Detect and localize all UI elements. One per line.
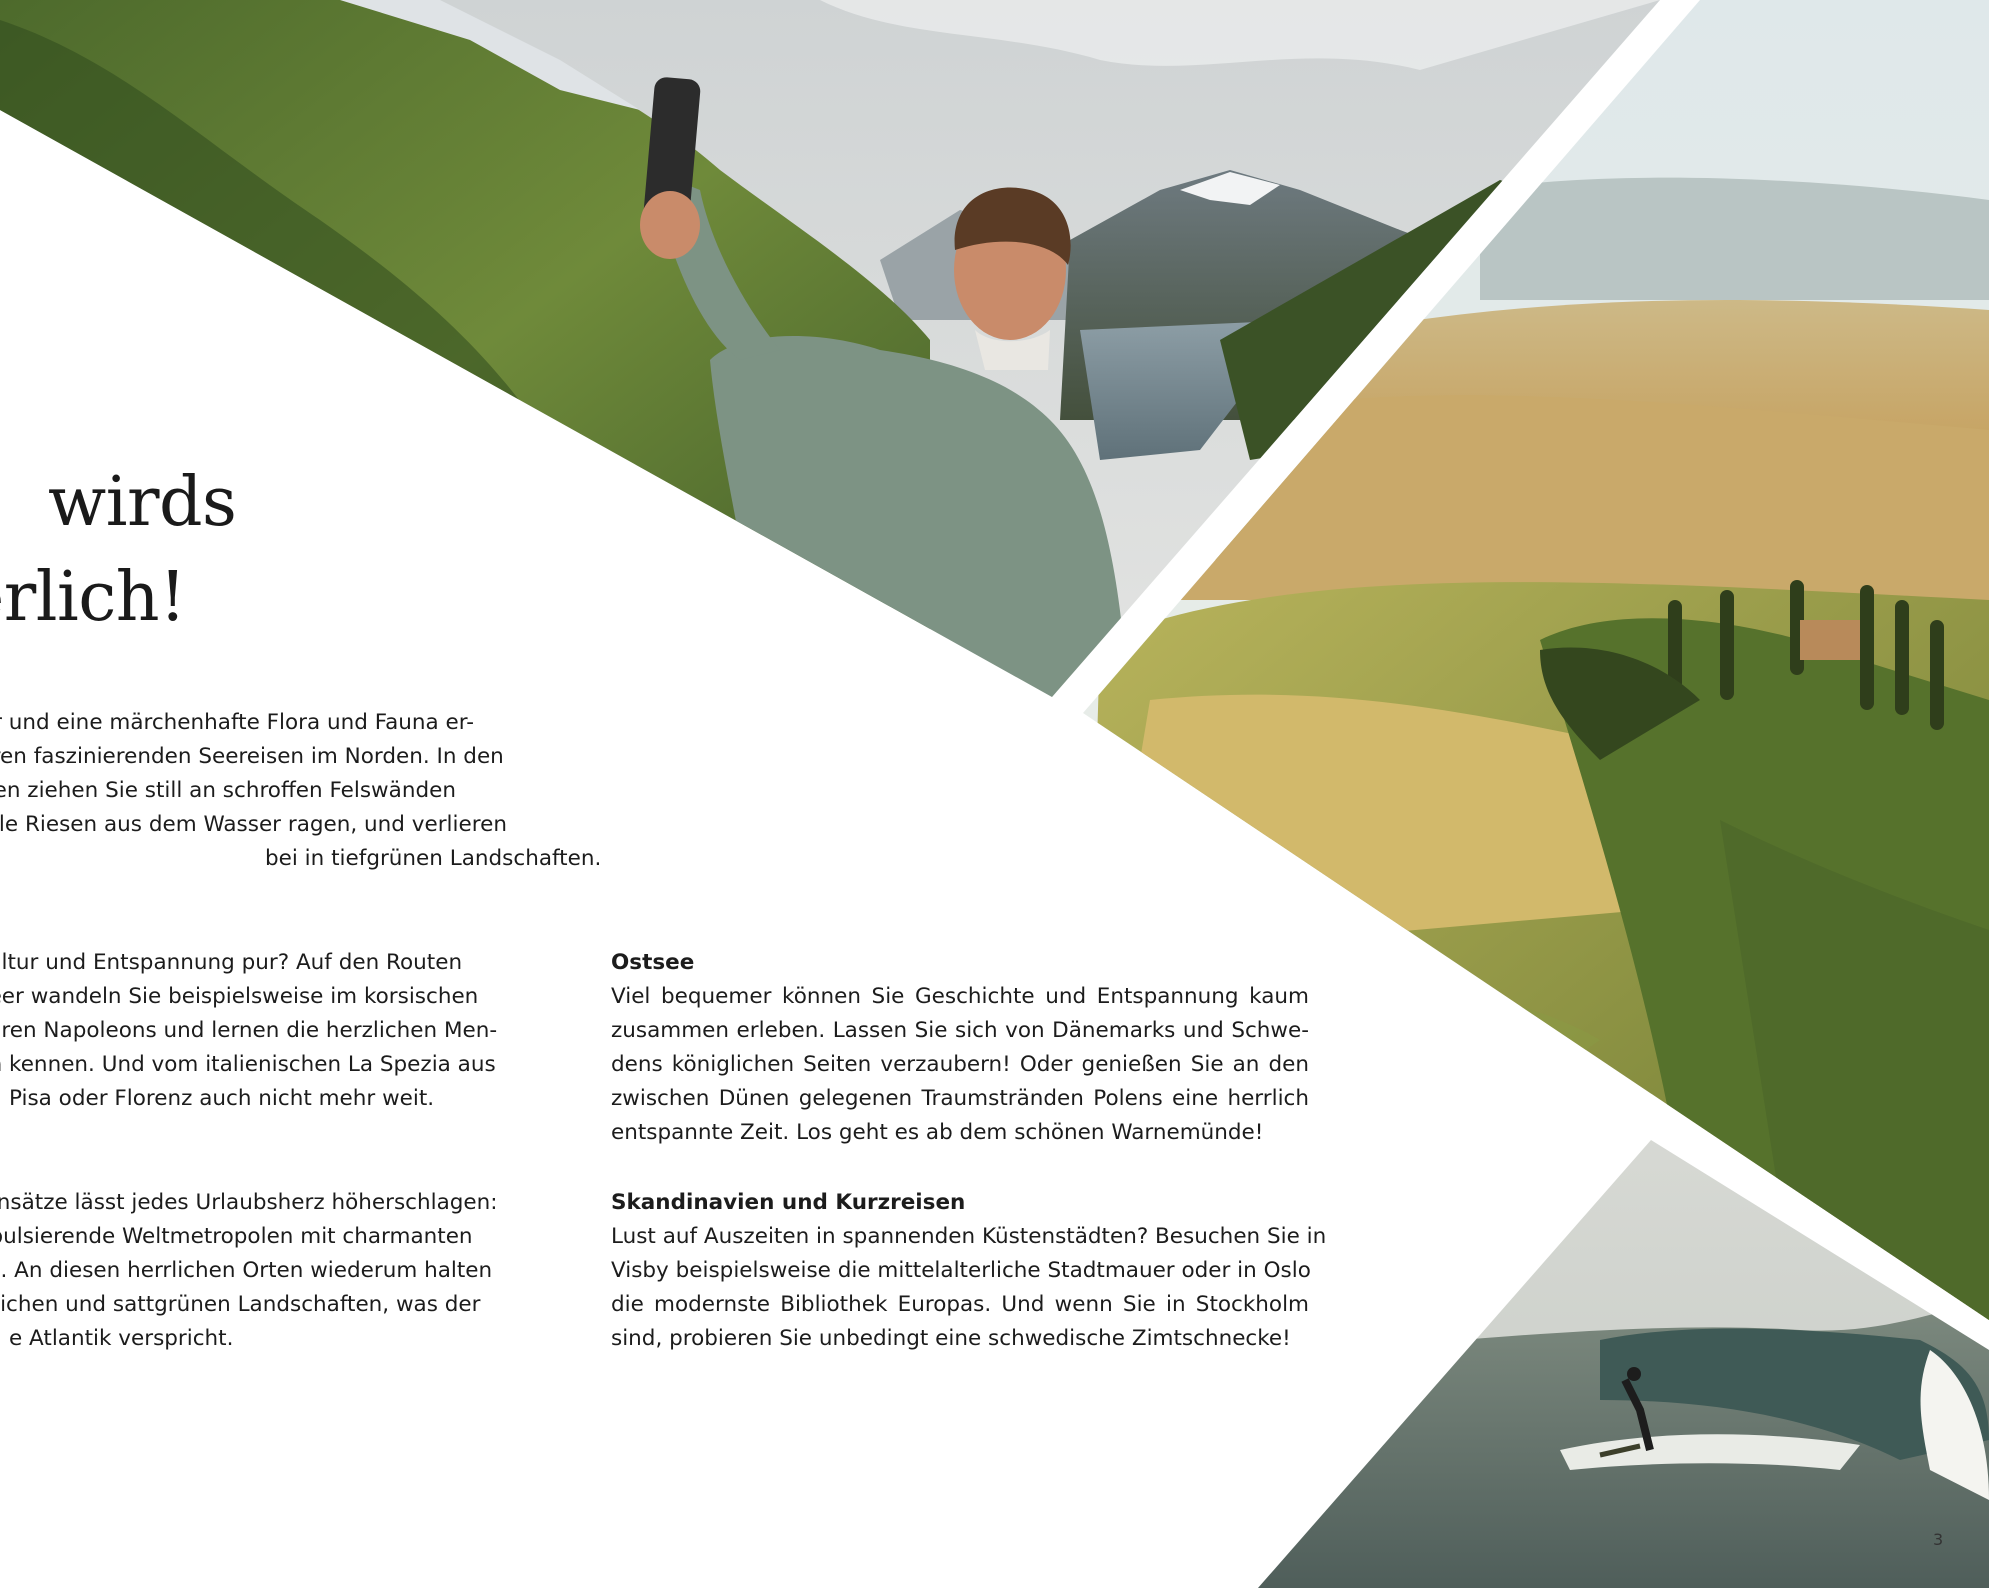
text-line: Gegensätze lässt jedes Urlaubsherz höher… xyxy=(0,1190,498,1215)
text-line: nit Kultur und Entspannung pur? Auf den … xyxy=(0,950,463,975)
atlantic-paragraph: Gegensätze lässt jedes Urlaubsherz höher… xyxy=(0,1186,543,1356)
skandinavien-heading: Skandinavien und Kurzreisen xyxy=(611,1190,966,1215)
page-headline: wirds merlich! xyxy=(0,455,237,645)
text-line: ngsreichen und sattgrünen Landschaften, … xyxy=(0,1292,481,1317)
text-line: en ab. An diesen herrlichen Orten wieder… xyxy=(0,1258,493,1283)
text-line: e Atlantik verspricht. xyxy=(9,1326,234,1351)
skandinavien-section: Skandinavien und Kurzreisen Lust auf Aus… xyxy=(611,1186,1327,1356)
text-line: dens königlichen Seiten verzaubern! Oder… xyxy=(611,1052,1309,1077)
brochure-page: wirds merlich! ichter und eine märchenha… xyxy=(0,0,1989,1588)
mediterranean-paragraph: nit Kultur und Entspannung pur? Auf den … xyxy=(0,946,543,1116)
text-line: n Spuren Napoleons und lernen die herzli… xyxy=(0,1018,498,1043)
ostsee-heading: Ostsee xyxy=(611,950,695,975)
text-line: bei in tiefgrünen Landschaften. xyxy=(265,846,602,871)
page-number: 3 xyxy=(1933,1530,1944,1549)
text-line: sich pulsierende Weltmetropolen mit char… xyxy=(0,1224,473,1249)
text-line: Viel bequemer können Sie Geschichte und … xyxy=(611,984,1309,1009)
headline-line-2: merlich! xyxy=(0,558,186,637)
text-line: entspannte Zeit. Los geht es ab dem schö… xyxy=(611,1120,1264,1145)
text-line: Pisa oder Florenz auch nicht mehr weit. xyxy=(9,1086,435,1111)
text-line: Visby beispielsweise die mittelalterlich… xyxy=(611,1258,1311,1283)
text-line: ichter und eine märchenhafte Flora und F… xyxy=(0,710,475,735)
text-line: ergen kennen. Und vom italienischen La S… xyxy=(0,1052,496,1077)
norway-paragraph: ichter und eine märchenhafte Flora und F… xyxy=(0,706,602,876)
text-line: zwischen Dünen gelegenen Traumstränden P… xyxy=(611,1086,1309,1111)
text-line: Fjorden ziehen Sie still an schroffen Fe… xyxy=(0,778,456,803)
text-line: zusammen erleben. Lassen Sie sich von Dä… xyxy=(611,1018,1309,1043)
text-line: e kahle Riesen aus dem Wasser ragen, und… xyxy=(0,812,507,837)
text-line: Lust auf Auszeiten in spannenden Küstens… xyxy=(611,1224,1327,1249)
text-line: die modernste Bibliothek Europas. Und we… xyxy=(611,1292,1309,1317)
ostsee-section: Ostsee Viel bequemer können Sie Geschich… xyxy=(611,946,1309,1150)
text-line: unseren faszinierenden Seereisen im Nord… xyxy=(0,744,504,769)
text-line: sind, probieren Sie unbedingt eine schwe… xyxy=(611,1326,1291,1351)
headline-line-1: wirds xyxy=(48,463,237,542)
text-line: telmeer wandeln Sie beispielsweise im ko… xyxy=(0,984,479,1009)
